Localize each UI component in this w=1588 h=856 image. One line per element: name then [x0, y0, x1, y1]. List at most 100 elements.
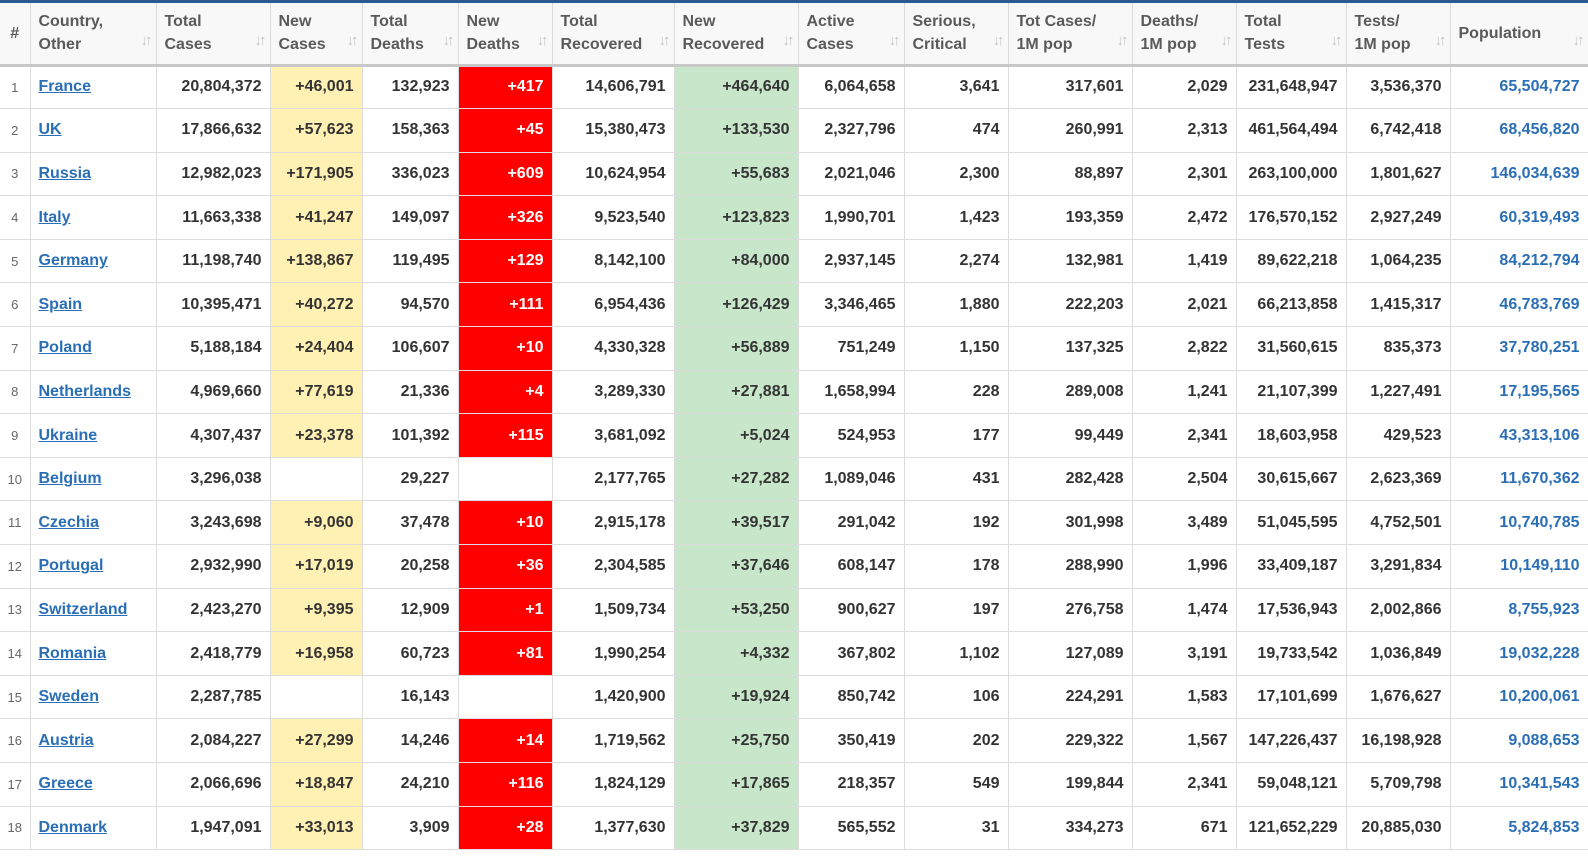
column-header-label-line1: # [10, 24, 20, 42]
total-deaths-cell: 21,336 [362, 370, 459, 415]
total-recovered-cell: 8,142,100 [552, 239, 675, 284]
table-row: 18 Denmark 1,947,091 +33,013 3,909 +28 1,377,6… [0, 806, 1588, 851]
column-header-country[interactable]: Country, Other ↓↑ [30, 3, 157, 67]
serious-critical-cell: 228 [904, 370, 1009, 415]
total-tests-cell: 59,048,121 [1236, 762, 1347, 807]
table-row: 6 Spain 10,395,471 +40,272 94,570 +111 6,954,4… [0, 282, 1588, 328]
column-header-label-line2: Recovered [560, 36, 643, 54]
country-link[interactable]: Italy [39, 209, 71, 226]
new-cases-cell: +138,867 [270, 239, 363, 284]
table-row: 7 Poland 5,188,184 +24,404 106,607 +10 4,330,3… [0, 326, 1588, 371]
total-cases-cell: 11,663,338 [156, 195, 271, 240]
column-header-population[interactable]: Population ↓↑ [1450, 3, 1588, 67]
country-cell: Belgium [30, 457, 157, 502]
sort-arrows-icon[interactable]: ↓↑ [1573, 29, 1585, 52]
column-header-tests-per-1m[interactable]: Tests/1M pop ↓↑ [1346, 3, 1451, 67]
cases-per-1m-cell: 317,601 [1008, 65, 1133, 110]
population-cell: 68,456,820 [1450, 108, 1588, 153]
country-link[interactable]: Czechia [39, 514, 99, 531]
country-link[interactable]: Ukraine [39, 427, 98, 444]
active-cases-cell: 350,419 [798, 718, 905, 763]
table-row: 14 Romania 2,418,779 +16,958 60,723 +81 1,990,… [0, 631, 1588, 676]
sort-arrows-icon[interactable]: ↓↑ [1117, 29, 1129, 52]
new-cases-cell: +33,013 [270, 806, 363, 851]
country-link[interactable]: Sweden [39, 688, 99, 705]
table-row: 13 Switzerland 2,423,270 +9,395 12,909 +1 1,50… [0, 588, 1588, 633]
total-cases-cell: 20,804,372 [156, 65, 271, 110]
total-cases-cell: 5,188,184 [156, 326, 271, 371]
table-row: 8 Netherlands 4,969,660 +77,619 21,336 +4 3,28… [0, 370, 1588, 415]
column-header-label-line1: Tot Cases/ [1016, 13, 1097, 31]
sort-arrows-icon[interactable]: ↓↑ [537, 29, 549, 52]
column-header-total-deaths[interactable]: Total Deaths ↓↑ [362, 3, 459, 67]
sort-arrows-icon[interactable]: ↓↑ [783, 29, 795, 52]
column-header-total-tests[interactable]: Total Tests ↓↑ [1236, 3, 1347, 67]
country-link[interactable]: Spain [39, 296, 83, 313]
country-link[interactable]: Greece [39, 775, 93, 792]
country-link[interactable]: Poland [39, 339, 92, 356]
deaths-per-1m-cell: 2,341 [1132, 762, 1237, 807]
column-header-cases-per-1m[interactable]: Tot Cases/1M pop ↓↑ [1008, 3, 1133, 67]
total-cases-cell: 10,395,471 [156, 282, 271, 328]
new-deaths-cell: +36 [458, 544, 553, 589]
cases-per-1m-cell: 260,991 [1008, 108, 1133, 153]
active-cases-cell: 2,327,796 [798, 108, 905, 153]
new-deaths-cell: +116 [458, 762, 553, 807]
country-link[interactable]: Austria [39, 732, 94, 749]
country-link[interactable]: Denmark [39, 819, 107, 836]
deaths-per-1m-cell: 2,472 [1132, 195, 1237, 240]
column-header-new-deaths[interactable]: New Deaths ↓↑ [458, 3, 553, 67]
country-cell: Ukraine [30, 413, 157, 458]
serious-critical-cell: 106 [904, 675, 1009, 720]
total-cases-cell: 2,084,227 [156, 718, 271, 763]
country-link[interactable]: UK [39, 121, 62, 138]
column-header-new-cases[interactable]: New Cases ↓↑ [270, 3, 363, 67]
new-deaths-cell [458, 675, 553, 720]
column-header-total-recovered[interactable]: Total Recovered ↓↑ [552, 3, 675, 67]
sort-arrows-icon[interactable]: ↓↑ [443, 29, 455, 52]
row-index: 6 [0, 282, 31, 328]
tests-per-1m-cell: 429,523 [1346, 413, 1451, 458]
country-link[interactable]: Romania [39, 645, 107, 662]
total-recovered-cell: 1,719,562 [552, 718, 675, 763]
sort-arrows-icon[interactable]: ↓↑ [347, 29, 359, 52]
total-deaths-cell: 119,495 [362, 239, 459, 284]
sort-arrows-icon[interactable]: ↓↑ [889, 29, 901, 52]
column-header-active-cases[interactable]: Active Cases ↓↑ [798, 3, 905, 67]
country-link[interactable]: Belgium [39, 470, 102, 487]
active-cases-cell: 2,937,145 [798, 239, 905, 284]
sort-arrows-icon[interactable]: ↓↑ [1221, 29, 1233, 52]
total-recovered-cell: 10,624,954 [552, 152, 675, 197]
country-link[interactable]: Germany [39, 252, 108, 269]
total-tests-cell: 18,603,958 [1236, 413, 1347, 458]
new-recovered-cell: +37,646 [674, 544, 799, 589]
sort-arrows-icon[interactable]: ↓↑ [1435, 29, 1447, 52]
new-deaths-cell: +115 [458, 413, 553, 458]
tests-per-1m-cell: 1,801,627 [1346, 152, 1451, 197]
sort-arrows-icon[interactable]: ↓↑ [141, 29, 153, 52]
country-link[interactable]: Switzerland [39, 601, 128, 618]
active-cases-cell: 367,802 [798, 631, 905, 676]
table-row: 17 Greece 2,066,696 +18,847 24,210 +116 1,824,… [0, 762, 1588, 807]
column-header-label-line1: Population [1458, 24, 1542, 42]
total-recovered-cell: 15,380,473 [552, 108, 675, 153]
column-header-new-recovered[interactable]: New Recovered ↓↑ [674, 3, 799, 67]
column-header-total-cases[interactable]: Total Cases ↓↑ [156, 3, 271, 67]
country-link[interactable]: France [39, 78, 91, 95]
total-tests-cell: 31,560,615 [1236, 326, 1347, 371]
column-header-deaths-per-1m[interactable]: Deaths/1M pop ↓↑ [1132, 3, 1237, 67]
new-deaths-cell: +28 [458, 806, 553, 851]
column-header-label-line2: Cases [164, 36, 212, 54]
sort-arrows-icon[interactable]: ↓↑ [255, 29, 267, 52]
sort-arrows-icon[interactable]: ↓↑ [993, 29, 1005, 52]
total-deaths-cell: 12,909 [362, 588, 459, 633]
new-deaths-cell: +10 [458, 500, 553, 546]
country-link[interactable]: Russia [39, 165, 91, 182]
sort-arrows-icon[interactable]: ↓↑ [1331, 29, 1343, 52]
sort-arrows-icon[interactable]: ↓↑ [659, 29, 671, 52]
country-link[interactable]: Portugal [39, 557, 104, 574]
population-cell: 43,313,106 [1450, 413, 1588, 458]
column-header-serious-critical[interactable]: Serious, Critical ↓↑ [904, 3, 1009, 67]
serious-critical-cell: 2,274 [904, 239, 1009, 284]
country-link[interactable]: Netherlands [39, 383, 131, 400]
